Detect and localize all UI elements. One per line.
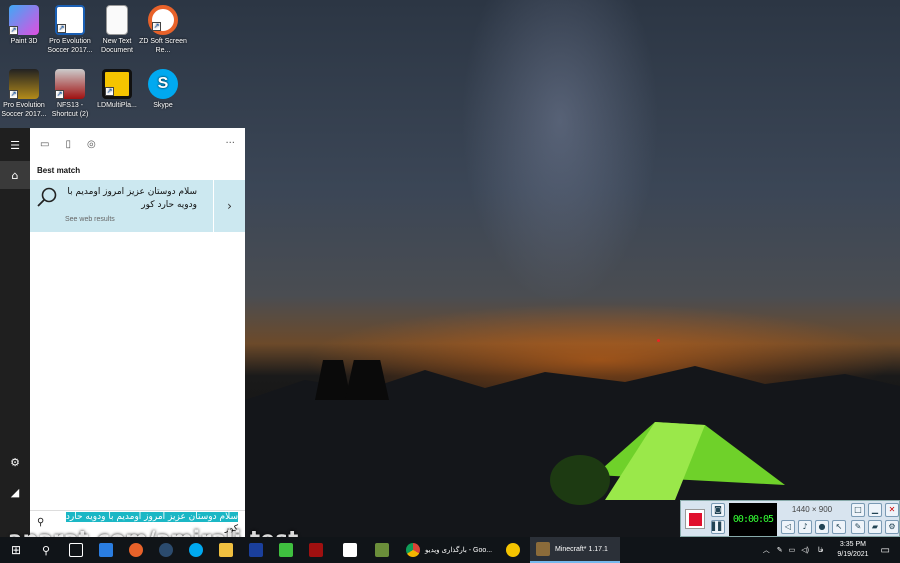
pes-game-icon: ↗ — [9, 69, 39, 99]
desktop-icon-label: NFS13 - Shortcut (2) — [51, 102, 89, 118]
best-match-heading: Best match — [37, 166, 81, 175]
folder-icon[interactable]: ▰ — [868, 520, 882, 534]
recording-timer: 00:00:05 — [729, 503, 777, 536]
record-button[interactable] — [685, 509, 705, 529]
desktop-icon-zd-soft[interactable]: ↗ ZD Soft Screen Re... — [139, 5, 187, 55]
mouse-cursor-icon[interactable]: ↖ — [832, 520, 846, 534]
clock-time: 3:35 PM — [839, 541, 866, 548]
minecraft-icon — [536, 542, 550, 556]
taskbar: ⊞ ⚲ بارگذاری ویدیو - Goo... Minecraft* 1… — [0, 537, 900, 563]
system-tray: ︿ ✎ ▭ ◁) فا 3:35 PM 9/19/2021 ▭ — [759, 537, 900, 563]
search-query-highlighted: سلام دوستان عزیز امروز اومدیم با ودویه ح… — [65, 512, 238, 522]
red-dot-marker — [657, 339, 660, 342]
camera-icon[interactable]: ◙ — [711, 503, 725, 517]
app-icon[interactable] — [340, 537, 360, 563]
steam-icon[interactable] — [156, 537, 176, 563]
desktop-icon-label: Pro Evolution Soccer 2017... — [1, 102, 47, 118]
paint3d-icon: ↗ — [9, 5, 39, 35]
home-icon[interactable]: ⌂ — [0, 161, 30, 189]
task-view-icon[interactable] — [66, 537, 86, 563]
screen-recorder-widget: ◙ ▌▌ 00:00:05 1440 × 900 ◁ ♪ ● ↖ □ ▁ ✕ ✎… — [680, 500, 900, 537]
skype-taskbar-icon[interactable] — [186, 537, 206, 563]
app-icon[interactable] — [246, 537, 266, 563]
search-icon[interactable]: ⚲ — [36, 537, 56, 563]
desktop-icon-new-text-document[interactable]: New Text Document — [93, 5, 141, 55]
notification-icon[interactable]: ▭ — [881, 545, 890, 556]
result-title-line1: سلام دوستان عزیز امروز اومدیم با — [67, 187, 197, 197]
pause-icon[interactable]: ▌▌ — [711, 520, 725, 534]
pen-icon[interactable]: ✎ — [851, 520, 865, 534]
result-subtitle: See web results — [65, 216, 115, 223]
desktop-icon-label: Pro Evolution Soccer 2017... — [47, 38, 93, 54]
nfs-game-icon: ↗ — [55, 69, 85, 99]
desktop-icon-label: Skype — [153, 102, 173, 109]
recording-resolution: 1440 × 900 — [791, 505, 833, 514]
recorder-taskbar-icon[interactable] — [126, 537, 146, 563]
documents-filter-icon[interactable]: ▯ — [65, 139, 71, 150]
desktop-icon-label: Paint 3D — [10, 38, 38, 45]
search-filter-tabs: ▭ ▯ ◎ ··· — [30, 128, 245, 160]
clock[interactable]: 3:35 PM 9/19/2021 — [837, 540, 868, 560]
apps-filter-icon[interactable]: ▭ — [40, 139, 49, 150]
desktop-icon-paint3d[interactable]: ↗ Paint 3D — [0, 5, 48, 46]
nfs-taskbar-icon[interactable] — [306, 537, 326, 563]
chevron-right-icon[interactable]: › — [213, 180, 245, 232]
network-icon[interactable]: ▭ — [789, 546, 796, 554]
web-filter-icon[interactable]: ◎ — [87, 139, 96, 150]
window-select-icon[interactable]: □ — [851, 503, 865, 517]
app-icon[interactable] — [276, 537, 296, 563]
webcam-icon[interactable]: ● — [815, 520, 829, 534]
hamburger-icon[interactable]: ☰ — [0, 131, 30, 159]
speaker-icon[interactable]: ◁ — [781, 520, 795, 534]
language-indicator[interactable]: فا — [818, 546, 823, 554]
clock-date: 9/19/2021 — [837, 551, 869, 558]
desktop-icon-pes2017-2[interactable]: ↗ Pro Evolution Soccer 2017... — [0, 69, 48, 119]
best-match-result[interactable]: سلام دوستان عزیز امروز اومدیم با ودویه ح… — [30, 180, 245, 232]
settings-icon[interactable]: ⚙ — [885, 520, 899, 534]
minecraft-launcher-icon[interactable] — [372, 537, 392, 563]
taskbar-app-minecraft[interactable]: Minecraft* 1.17.1 — [530, 537, 620, 563]
chevron-up-icon[interactable]: ︿ — [763, 545, 770, 555]
taskbar-app-label: بارگذاری ویدیو - Goo... — [425, 547, 493, 554]
start-menu-rail: ☰ ⌂ ⚙ ◢ — [0, 128, 30, 537]
taskbar-app-label: Minecraft* 1.17.1 — [555, 545, 608, 553]
skype-icon: S — [148, 69, 178, 99]
desktop-icon-nfs13[interactable]: ↗ NFS13 - Shortcut (2) — [46, 69, 94, 119]
windows-start-icon[interactable]: ⊞ — [6, 537, 26, 563]
files-icon[interactable] — [216, 537, 236, 563]
minimize-icon[interactable]: ▁ — [868, 503, 882, 517]
app-icon[interactable] — [503, 537, 523, 563]
pen-tray-icon[interactable]: ✎ — [777, 546, 783, 554]
more-options-icon[interactable]: ··· — [225, 138, 235, 149]
result-title-line2: ودویه حارد کور — [141, 200, 197, 210]
result-title: سلام دوستان عزیز امروز اومدیم با ودویه ح… — [47, 186, 197, 212]
desktop-icon-label: LDMultiPla... — [97, 102, 137, 109]
zd-soft-recorder-icon: ↗ — [148, 5, 178, 35]
record-icon — [688, 512, 702, 526]
ldplayer-icon: ↗ — [102, 69, 132, 99]
close-icon[interactable]: ✕ — [885, 503, 899, 517]
text-document-icon — [106, 5, 128, 35]
user-icon[interactable]: ◢ — [0, 478, 30, 506]
desktop-icon-skype[interactable]: S Skype — [139, 69, 187, 110]
taskbar-app-chrome[interactable]: بارگذاری ویدیو - Goo... — [400, 537, 500, 563]
edge-icon[interactable] — [96, 537, 116, 563]
desktop-icon-label: New Text Document — [101, 38, 133, 54]
microphone-icon[interactable]: ♪ — [798, 520, 812, 534]
gear-icon[interactable]: ⚙ — [0, 448, 30, 476]
volume-icon[interactable]: ◁) — [801, 546, 809, 554]
desktop-icon-ldmultiplayer[interactable]: ↗ LDMultiPla... — [93, 69, 141, 110]
window-app-icon: ↗ — [55, 5, 85, 35]
desktop-icon-pes2017[interactable]: ↗ Pro Evolution Soccer 2017... — [46, 5, 94, 55]
search-results-panel: ▭ ▯ ◎ ··· Best match سلام دوستان عزیز ام… — [30, 128, 245, 537]
chrome-icon — [406, 543, 420, 557]
desktop-icon-label: ZD Soft Screen Re... — [139, 38, 187, 54]
